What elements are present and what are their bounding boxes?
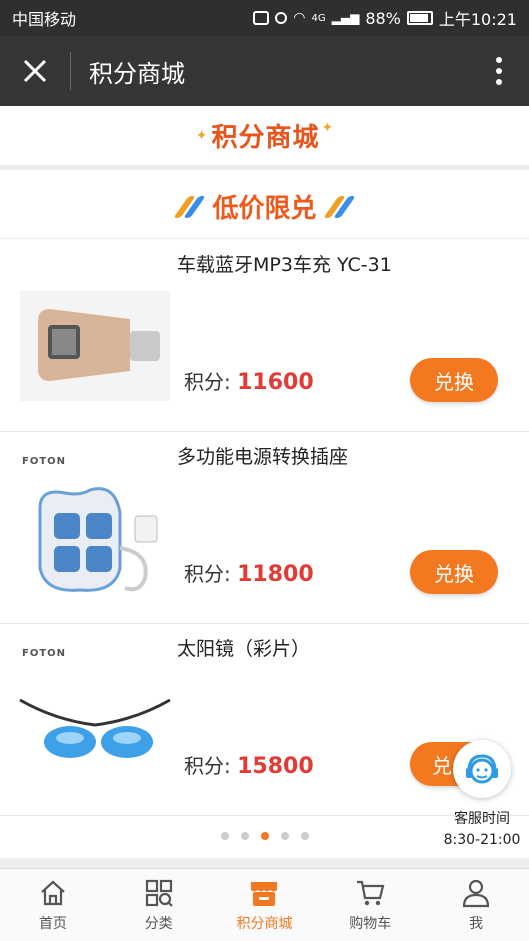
tab-label: 购物车: [349, 916, 392, 932]
customer-service[interactable]: 客服时间 8:30-21:00: [442, 740, 522, 848]
battery-icon: [406, 11, 433, 25]
product-name: 多功能电源转换插座: [177, 446, 349, 468]
tab-cart[interactable]: 购物车: [317, 869, 423, 941]
carousel-dot[interactable]: [300, 832, 309, 840]
divider: [0, 858, 529, 868]
product-image[interactable]: [14, 670, 176, 790]
more-dot: [496, 68, 502, 74]
price-value: 11600: [237, 370, 314, 395]
more-menu-button[interactable]: [469, 57, 529, 85]
clock: 上午10:21: [438, 10, 517, 29]
brand-logo: FOTON: [22, 648, 67, 659]
shop-banner: ✦ 积分商城 ✦: [0, 106, 529, 170]
banner-title: 积分商城: [211, 123, 320, 153]
status-bar: 中国移动 ◠ 4G ▂▄▆ 88% 上午10:21: [0, 0, 529, 36]
sunglasses-image: [19, 698, 171, 758]
tab-category[interactable]: 分类: [106, 869, 212, 941]
headset-icon: [466, 754, 498, 784]
product-price: 积分: 15800: [184, 750, 314, 779]
section-title: 低价限兑: [212, 194, 317, 224]
alarm-icon: [275, 12, 288, 24]
title-bar: 积分商城: [0, 36, 529, 106]
redeem-button[interactable]: 兑换: [410, 358, 498, 402]
shop-icon: [248, 877, 280, 909]
power-strip-image: [38, 487, 158, 592]
brand-logo: FOTON: [22, 456, 67, 467]
sparkle-icon: ✦: [195, 127, 208, 144]
section-header: 低价限兑: [0, 175, 529, 239]
tab-label: 我: [469, 916, 484, 932]
product-item[interactable]: 车载蓝牙MP3车充 YC-31 积分: 11600 兑换: [0, 240, 529, 432]
category-icon: [143, 877, 175, 909]
divider: [70, 52, 71, 90]
price-value: 11800: [237, 562, 314, 587]
more-dot: [496, 57, 502, 63]
price-value: 15800: [237, 754, 314, 779]
product-name: 车载蓝牙MP3车充 YC-31: [177, 254, 392, 276]
carousel-dot-active[interactable]: [260, 832, 269, 840]
product-image[interactable]: [14, 286, 176, 406]
signal-icon: ▂▄▆: [331, 11, 360, 25]
battery-percent: 88%: [365, 8, 401, 28]
customer-service-button[interactable]: [453, 740, 511, 798]
user-icon: [460, 877, 492, 909]
tab-home[interactable]: 首页: [0, 869, 106, 941]
network-type: 4G: [311, 12, 326, 24]
wifi-icon: ◠: [293, 10, 306, 26]
price-label: 积分:: [184, 370, 231, 394]
page-title: 积分商城: [89, 59, 185, 88]
price-label: 积分:: [184, 754, 231, 778]
home-icon: [37, 877, 69, 909]
product-image[interactable]: [14, 478, 176, 598]
bottom-tab-bar: 首页 分类 积分商城 购物车 我: [0, 868, 529, 941]
tab-label: 分类: [144, 916, 173, 932]
car-charger-image: [20, 291, 170, 401]
product-item[interactable]: FOTON 多功能电源转换插座 积分: 11800 兑换: [0, 432, 529, 624]
product-price: 积分: 11600: [184, 366, 314, 395]
cart-icon: [354, 877, 386, 909]
carousel-dot[interactable]: [280, 832, 289, 840]
tab-points-mall[interactable]: 积分商城: [212, 869, 318, 941]
close-icon: [23, 59, 47, 83]
tab-label: 首页: [38, 916, 67, 932]
tab-label: 积分商城: [236, 916, 293, 932]
service-title: 客服时间: [454, 811, 510, 827]
slash-decoration-icon: [322, 195, 356, 218]
close-button[interactable]: [0, 36, 70, 106]
vibrate-icon: [253, 11, 270, 25]
product-name: 太阳镜（彩片）: [177, 638, 311, 660]
carousel-dot[interactable]: [240, 832, 249, 840]
service-hours: 8:30-21:00: [443, 832, 521, 848]
product-price: 积分: 11800: [184, 558, 314, 587]
more-dot: [496, 79, 502, 85]
carousel-dot[interactable]: [220, 832, 229, 840]
carrier-label: 中国移动: [12, 10, 77, 29]
sparkle-icon: ✦: [321, 120, 334, 136]
tab-me[interactable]: 我: [423, 869, 529, 941]
price-label: 积分:: [184, 562, 231, 586]
redeem-button[interactable]: 兑换: [410, 550, 498, 594]
slash-decoration-icon: [173, 195, 207, 218]
